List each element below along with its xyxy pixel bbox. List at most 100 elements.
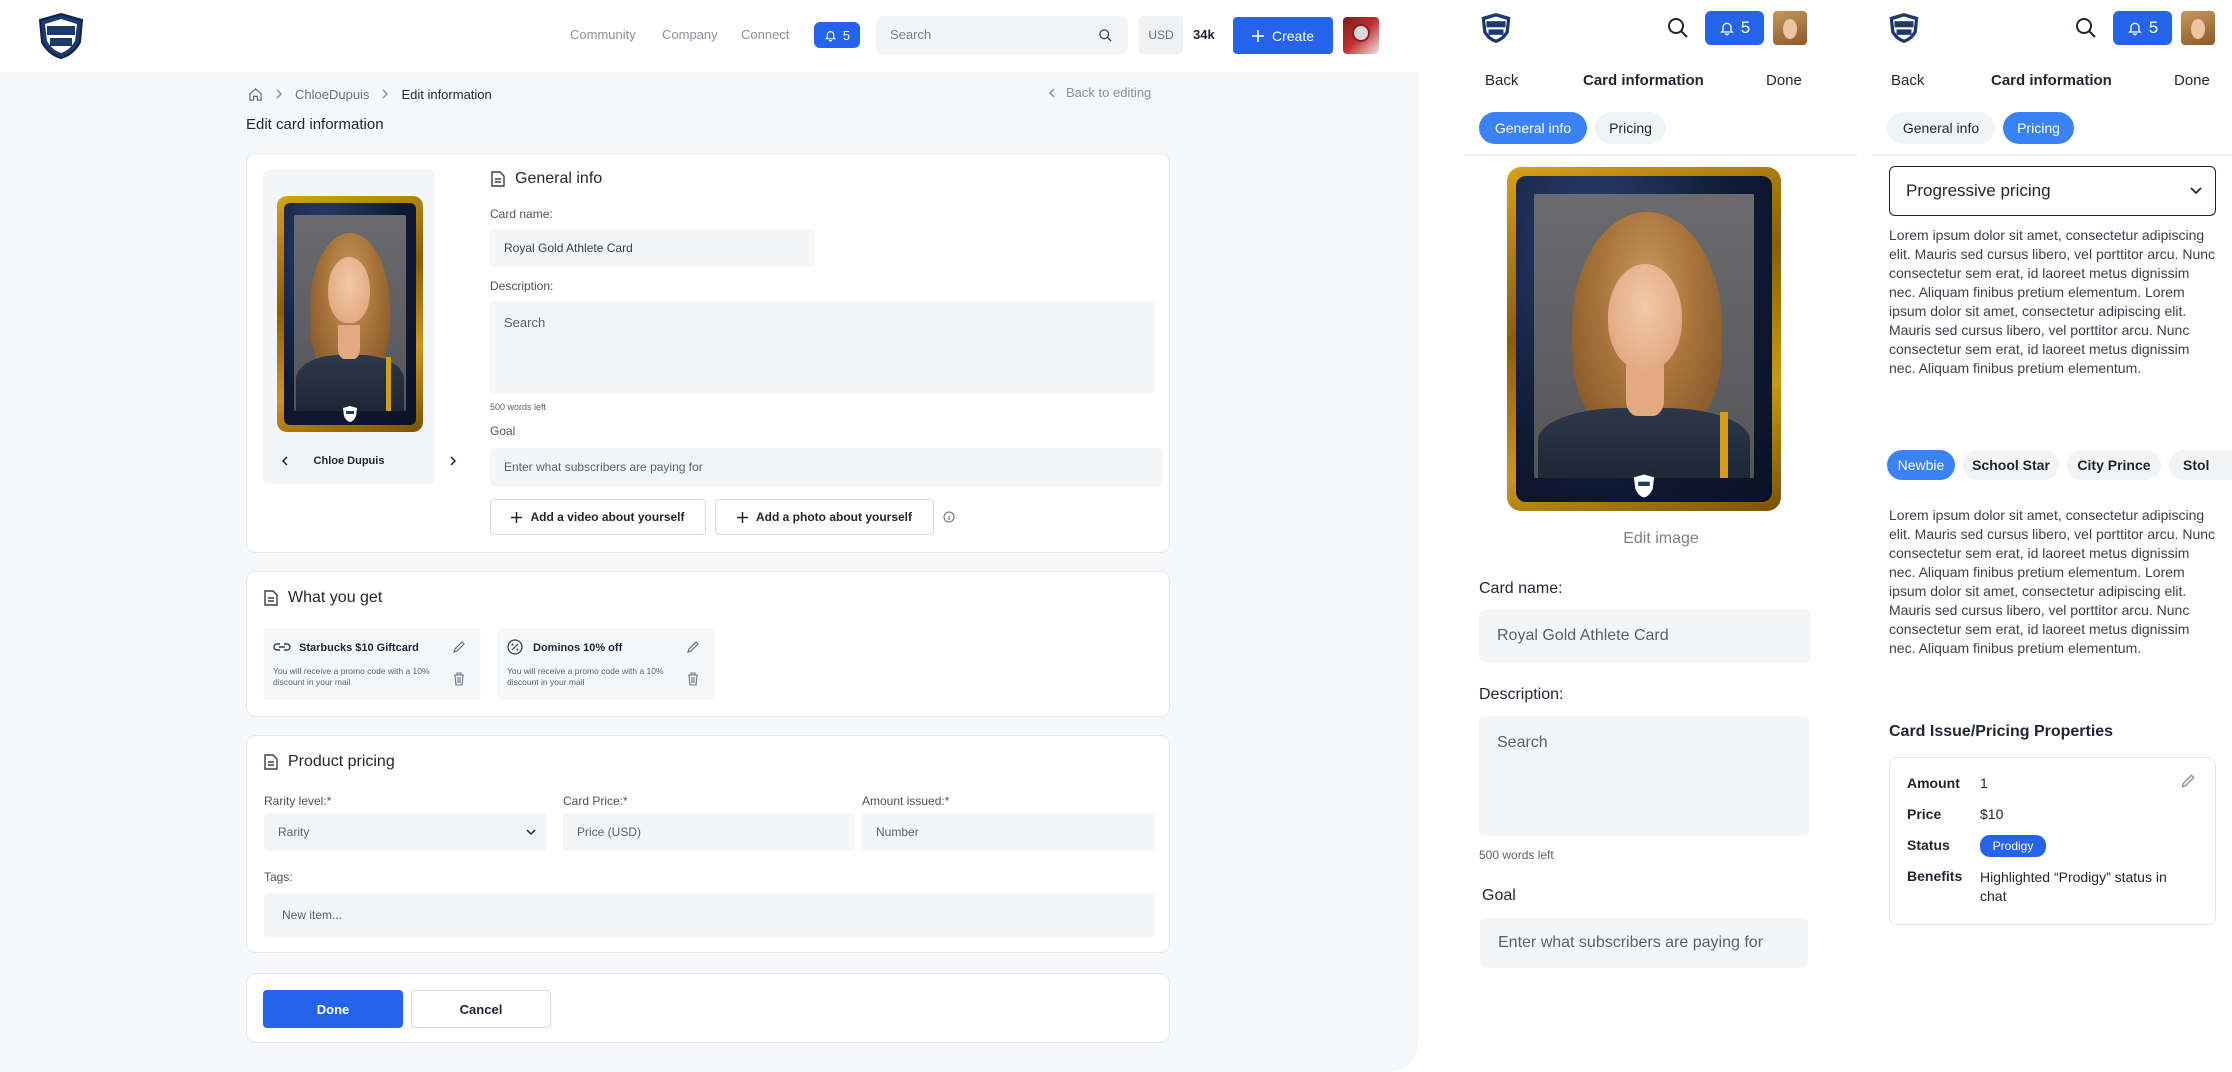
product-pricing-title: Product pricing <box>264 753 395 771</box>
nextfan-logo[interactable] <box>36 12 86 60</box>
card-price-input[interactable]: Price (USD) <box>563 813 854 851</box>
mobile-pricing-view: 5 Back Card information Done General inf… <box>1873 0 2232 1072</box>
create-button[interactable]: Create <box>1233 17 1333 54</box>
home-icon[interactable] <box>248 87 263 102</box>
perk-item: Dominos 10% off You will receive a promo… <box>497 628 715 700</box>
document-icon <box>264 754 278 770</box>
pricing-mode-value: Progressive pricing <box>1906 181 2051 200</box>
cancel-button[interactable]: Cancel <box>411 990 551 1028</box>
status-badge: Prodigy <box>1980 835 2046 857</box>
amount-issued-input[interactable]: Number <box>862 813 1154 851</box>
bell-icon <box>1719 22 1734 36</box>
goal-label: Goal <box>490 424 516 438</box>
document-icon <box>264 590 278 606</box>
edit-icon[interactable] <box>2180 773 2196 789</box>
perk-description: You will receive a promo code with a 10%… <box>507 666 664 687</box>
status-label: Status <box>1907 837 1950 853</box>
add-video-label: Add a video about yourself <box>530 510 685 524</box>
description-textarea[interactable]: Search <box>490 301 1154 393</box>
search-icon[interactable] <box>1666 16 1690 40</box>
nextfan-badge-icon <box>1633 474 1655 498</box>
words-left-counter: 500 words left <box>490 402 547 412</box>
next-card-icon[interactable] <box>449 456 457 466</box>
amount-value: 1 <box>1980 775 1988 791</box>
card-name-input[interactable]: Royal Gold Athlete Card <box>1479 610 1811 662</box>
done-button[interactable]: Done <box>263 990 403 1028</box>
pricing-mode-select[interactable]: Progressive pricing <box>1889 166 2216 216</box>
price-value: $10 <box>1980 806 2004 822</box>
tab-pricing[interactable]: Pricing <box>1595 112 1666 144</box>
add-photo-button[interactable]: Add a photo about yourself <box>715 499 934 535</box>
mobile-header: 5 <box>1873 0 2232 60</box>
edit-image-link[interactable]: Edit image <box>1465 530 1857 548</box>
edit-icon[interactable] <box>686 640 700 654</box>
tier-chip-city-prince[interactable]: City Prince <box>2067 450 2161 480</box>
breadcrumb: ChloeDupuis Edit information <box>248 85 492 103</box>
back-to-editing-link[interactable]: Back to editing <box>1048 85 1151 100</box>
rarity-select[interactable]: Rarity <box>264 813 547 851</box>
nav-connect[interactable]: Connect <box>741 27 789 42</box>
tier-chip-row: Newbie School Star City Prince Stol <box>1873 450 2232 480</box>
notifications-button[interactable]: 5 <box>1705 11 1764 45</box>
nextfan-badge-icon <box>343 406 357 422</box>
tab-general-info[interactable]: General info <box>1887 112 1995 144</box>
tab-pricing[interactable]: Pricing <box>2003 112 2074 144</box>
tier-chip-newbie[interactable]: Newbie <box>1887 450 1955 480</box>
card-name-input[interactable]: Royal Gold Athlete Card <box>490 229 814 267</box>
currency-selector[interactable]: USD <box>1139 16 1183 54</box>
user-avatar[interactable] <box>1773 11 1807 45</box>
edit-icon[interactable] <box>452 640 466 654</box>
nextfan-logo[interactable] <box>1479 10 1513 46</box>
general-info-title-text: General info <box>515 170 603 187</box>
search-icon[interactable] <box>2074 16 2098 40</box>
balance: 34k <box>1193 27 1215 42</box>
search-input[interactable]: Search <box>876 16 1128 54</box>
rarity-value: Rarity <box>278 825 310 839</box>
what-you-get-title: What you get <box>264 589 382 607</box>
trash-icon[interactable] <box>687 672 699 686</box>
notification-count: 5 <box>1740 18 1751 37</box>
desktop-view: Community Company Connect 5 Search USD 3… <box>0 0 1418 1072</box>
user-avatar[interactable] <box>2181 11 2215 45</box>
tier-chip-partial[interactable]: Stol <box>2169 450 2232 480</box>
done-link[interactable]: Done <box>2174 72 2210 89</box>
done-link[interactable]: Done <box>1766 72 1802 89</box>
back-button[interactable]: Back <box>1891 72 1924 89</box>
back-button[interactable]: Back <box>1485 72 1518 89</box>
tier-chip-school-star[interactable]: School Star <box>1963 450 2059 480</box>
what-you-get-card: What you get Starbucks $10 Giftcard You … <box>246 571 1170 717</box>
breadcrumb-current: Edit information <box>401 86 492 102</box>
goal-input[interactable]: Enter what subscribers are paying for <box>1480 918 1808 968</box>
back-to-editing-label: Back to editing <box>1066 85 1152 100</box>
search-icon <box>1099 29 1112 42</box>
card-preview-panel: Chloe Dupuis <box>263 170 457 484</box>
tags-input[interactable]: New item... <box>264 893 1154 937</box>
notifications-button[interactable]: 5 <box>814 22 860 48</box>
nav-company[interactable]: Company <box>662 27 718 42</box>
description-label: Description: <box>1479 686 1564 703</box>
mobile-general-info-view: 5 Back Card information Done General inf… <box>1465 0 1857 1072</box>
chevron-right-icon <box>276 89 283 99</box>
breadcrumb-user[interactable]: ChloeDupuis <box>295 87 369 102</box>
card-name-label: Card name: <box>490 207 553 221</box>
add-video-button[interactable]: Add a video about yourself <box>490 499 706 535</box>
nav-community[interactable]: Community <box>570 27 636 42</box>
user-avatar[interactable] <box>1343 17 1379 54</box>
trash-icon[interactable] <box>453 672 465 686</box>
goal-input[interactable]: Enter what subscribers are paying for <box>490 448 1162 486</box>
perk-title: Dominos 10% off <box>533 642 623 654</box>
properties-title: Card Issue/Pricing Properties <box>1889 723 2114 740</box>
words-left-counter: 500 words left <box>1479 848 1554 862</box>
rarity-label: Rarity level:* <box>264 794 332 808</box>
perk-description: You will receive a promo code with a 10%… <box>273 666 430 687</box>
description-textarea[interactable]: Search <box>1479 716 1809 836</box>
notifications-button[interactable]: 5 <box>2113 11 2172 45</box>
nextfan-logo[interactable] <box>1887 10 1921 46</box>
price-label: Price <box>1907 806 1942 822</box>
goal-label: Goal <box>1482 887 1516 904</box>
info-icon[interactable] <box>943 511 955 523</box>
tab-general-info[interactable]: General info <box>1479 112 1587 144</box>
amount-label: Amount <box>1907 775 1960 791</box>
add-photo-label: Add a photo about yourself <box>756 510 912 524</box>
properties-card: Amount 1 Price $10 Status Prodigy Benefi… <box>1889 757 2216 925</box>
